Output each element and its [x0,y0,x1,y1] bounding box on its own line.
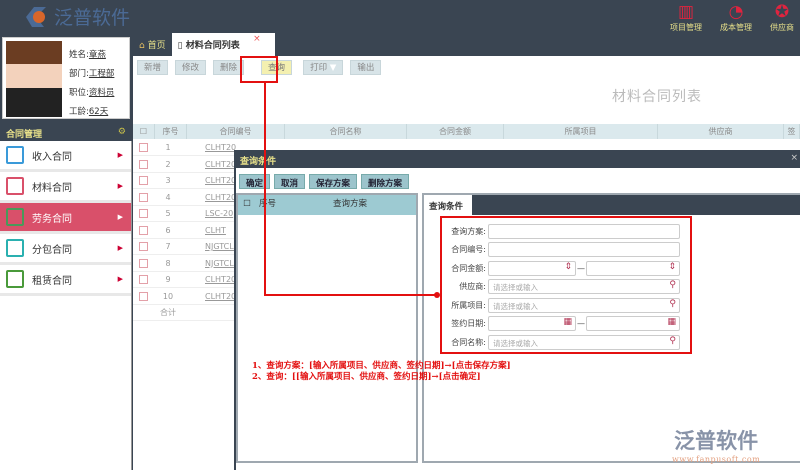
contract-code-link[interactable]: CLHT [205,223,226,239]
user-tenure[interactable]: 62天 [89,107,108,117]
nav-supplier[interactable]: ✪ 供应商 [770,2,794,33]
arrow-right-icon: ▶ [117,213,123,221]
contract-code-link[interactable]: CLHT20 [205,289,236,305]
add-button[interactable]: 新增 [137,60,169,75]
document-icon [6,177,24,195]
contract-name-input[interactable]: 请选择或输入 ⚲ [488,334,680,350]
arrow-right-icon: ▶ [117,275,123,283]
sidebar-header: 合同管理 ⚙ [6,127,126,140]
tab-home[interactable]: ⌂ 首页 [133,33,172,56]
search-icon[interactable]: ⚲ [669,299,676,309]
row-checkbox[interactable] [139,143,148,152]
row-checkbox[interactable] [139,225,148,235]
contract-code-link[interactable]: LSC-20 [205,206,233,222]
contract-code-link[interactable]: CLHT20 [205,157,236,173]
highlight-box [240,56,278,83]
row-checkbox[interactable] [139,209,148,218]
avatar [6,41,62,117]
contract-code-input[interactable] [488,242,680,258]
save-scheme-button[interactable]: 保存方案 [309,174,358,189]
page-title: 材料合同列表 [612,89,702,105]
row-checkbox[interactable] [139,159,148,169]
contract-code-link[interactable]: CLHT20 [205,272,236,288]
user-name[interactable]: 章燕 [89,50,106,60]
sidebar-item-lease-contract[interactable]: 租赁合同 ▶ [0,265,131,296]
contract-code-link[interactable]: CLHT20 [205,190,236,206]
contract-icon [6,146,24,164]
list-settings-icon [6,270,24,288]
calendar-icon[interactable]: ▦ [667,317,676,327]
instruction-notes: 1、查询方案：[输入所属项目、供应商、签约日期]→[点击保存方案] 2、查询：[… [252,361,511,382]
user-profile: 姓名:章燕 部门:工程部 职位:资料员 工龄:62天 [2,37,130,119]
tab-material-contract-list[interactable]: ▯ 材料合同列表 × [171,33,275,56]
table-header: ☐ 序号 合同编号 合同名称 合同金额 所属项目 供应商 签 [133,124,800,139]
row-checkbox[interactable] [139,291,148,301]
search-icon[interactable]: ⚲ [669,280,676,290]
project-input[interactable]: 请选择或输入 ⚲ [488,297,680,313]
amount-max-input[interactable]: ⇕ [586,260,680,276]
row-checkbox[interactable] [139,176,148,185]
sidebar-item-labor-contract[interactable]: 劳务合同 ▶ [0,203,131,234]
sidebar-item-subcontract[interactable]: 分包合同 ▶ [0,234,131,265]
chevron-down-icon: ▼ [329,63,337,73]
spinner-icon[interactable]: ⇕ [668,262,676,272]
print-button[interactable]: 打印 ▼ [303,60,344,75]
dialog-title: 查询条件 [240,157,277,167]
calendar-icon[interactable]: ▦ [563,317,572,327]
export-button[interactable]: 输出 [350,60,382,75]
row-checkbox[interactable] [139,275,148,284]
arrow-right-icon: ▶ [117,244,123,252]
row-checkbox[interactable] [139,242,148,251]
contract-code-link[interactable]: CLHT20 [205,173,236,189]
close-icon[interactable]: × [253,34,261,44]
query-form: 查询方案: 合同编号: 合同金额: ⇕ — ⇕ 供应商: 请选择或输入 ⚲ 所属项目: 请选… [440,216,692,354]
user-dept[interactable]: 工程部 [89,69,115,79]
document-icon [6,208,24,226]
date-from-input[interactable]: ▦ [488,316,576,332]
supplier-input[interactable]: 请选择或输入 ⚲ [488,279,680,295]
home-icon: ⌂ [139,41,145,51]
spinner-icon[interactable]: ⇕ [564,262,572,272]
arrow-right-icon: ▶ [117,182,123,190]
logo-icon [26,6,46,27]
watermark: 泛普软件 www.fanpusoft.com [672,429,761,464]
brand-logo: 泛普软件 [22,3,130,30]
gear-icon[interactable]: ⚙ [118,127,126,137]
contract-code-link[interactable]: CLHT20 [205,140,236,156]
medal-icon: ✪ [774,2,790,22]
arrow-right-icon: ▶ [117,151,123,159]
date-to-input[interactable]: ▦ [586,316,680,332]
user-position[interactable]: 资料员 [89,88,115,98]
row-checkbox[interactable] [139,192,148,202]
annotation-line [264,294,438,296]
amount-min-input[interactable]: ⇕ [488,260,576,276]
annotation-dot [434,292,440,298]
delete-scheme-button[interactable]: 删除方案 [361,174,410,189]
search-icon[interactable]: ⚲ [669,336,676,346]
scheme-name-input[interactable] [488,223,680,239]
pie-chart-icon: ◔ [728,2,744,22]
close-icon[interactable]: × [790,153,798,163]
select-all-checkbox[interactable]: ☐ [133,124,155,139]
annotation-line [264,83,266,295]
sidebar-item-material-contract[interactable]: 材料合同 ▶ [0,172,131,203]
row-checkbox[interactable] [139,258,148,268]
select-all-checkbox[interactable]: ☐ [238,195,256,215]
building-icon: ▥ [677,2,695,22]
nav-project-management[interactable]: ▥ 项目管理 [670,2,702,33]
total-label: 合计 [160,308,176,317]
sidebar-item-income-contract[interactable]: 收入合同 ▶ [0,141,131,172]
edit-button[interactable]: 修改 [175,60,207,75]
tab-query-conditions[interactable]: 查询条件 [424,195,472,215]
nav-cost-management[interactable]: ◔ 成本管理 [720,2,752,33]
sidebar: 收入合同 ▶ 材料合同 ▶ 劳务合同 ▶ 分包合同 ▶ 租赁合同 ▶ [0,141,132,470]
cancel-button[interactable]: 取消 [274,174,306,189]
edit-icon [6,239,24,257]
document-icon: ▯ [177,41,183,51]
